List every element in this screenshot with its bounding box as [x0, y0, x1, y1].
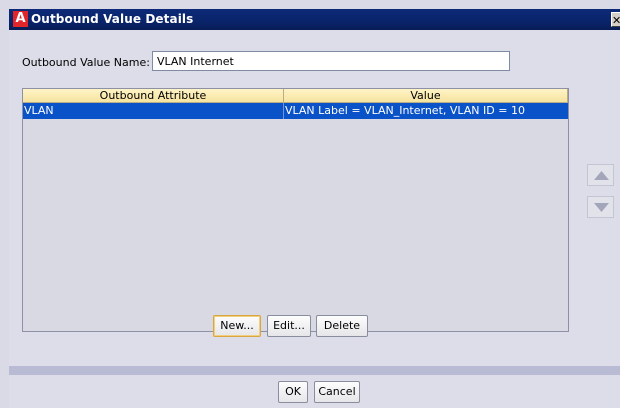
outbound-value-name-input[interactable] [152, 51, 510, 71]
move-up-button[interactable] [587, 164, 614, 186]
move-down-button[interactable] [587, 196, 614, 218]
cell-value: VLAN Label = VLAN_Internet, VLAN ID = 10 [285, 104, 525, 117]
close-button[interactable]: ✕ [611, 12, 620, 27]
outbound-attributes-table[interactable]: Outbound Attribute Value VLAN VLAN Label… [22, 88, 569, 332]
dialog-body: Outbound Value Name: Outbound Attribute … [9, 30, 620, 366]
dialog-footer: OK Cancel [9, 375, 620, 408]
ok-button[interactable]: OK [278, 381, 308, 403]
edit-button[interactable]: Edit... [267, 315, 311, 337]
column-header-value[interactable]: Value [284, 89, 568, 103]
table-row[interactable]: VLAN VLAN Label = VLAN_Internet, VLAN ID… [23, 103, 568, 119]
footer-separator [9, 366, 620, 375]
table-header: Outbound Attribute Value [23, 89, 568, 103]
triangle-down-icon [594, 203, 609, 212]
triangle-up-icon [594, 171, 609, 180]
cancel-button[interactable]: Cancel [314, 381, 360, 403]
outbound-value-name-label: Outbound Value Name: [22, 56, 150, 69]
new-button[interactable]: New... [213, 315, 261, 337]
dialog-title: Outbound Value Details [31, 12, 194, 26]
app-logo-icon: A [13, 11, 28, 27]
delete-button[interactable]: Delete [316, 315, 368, 337]
title-bar: A Outbound Value Details ✕ [9, 9, 620, 30]
column-header-outbound-attribute[interactable]: Outbound Attribute [23, 89, 284, 103]
cell-attribute: VLAN [23, 103, 284, 119]
